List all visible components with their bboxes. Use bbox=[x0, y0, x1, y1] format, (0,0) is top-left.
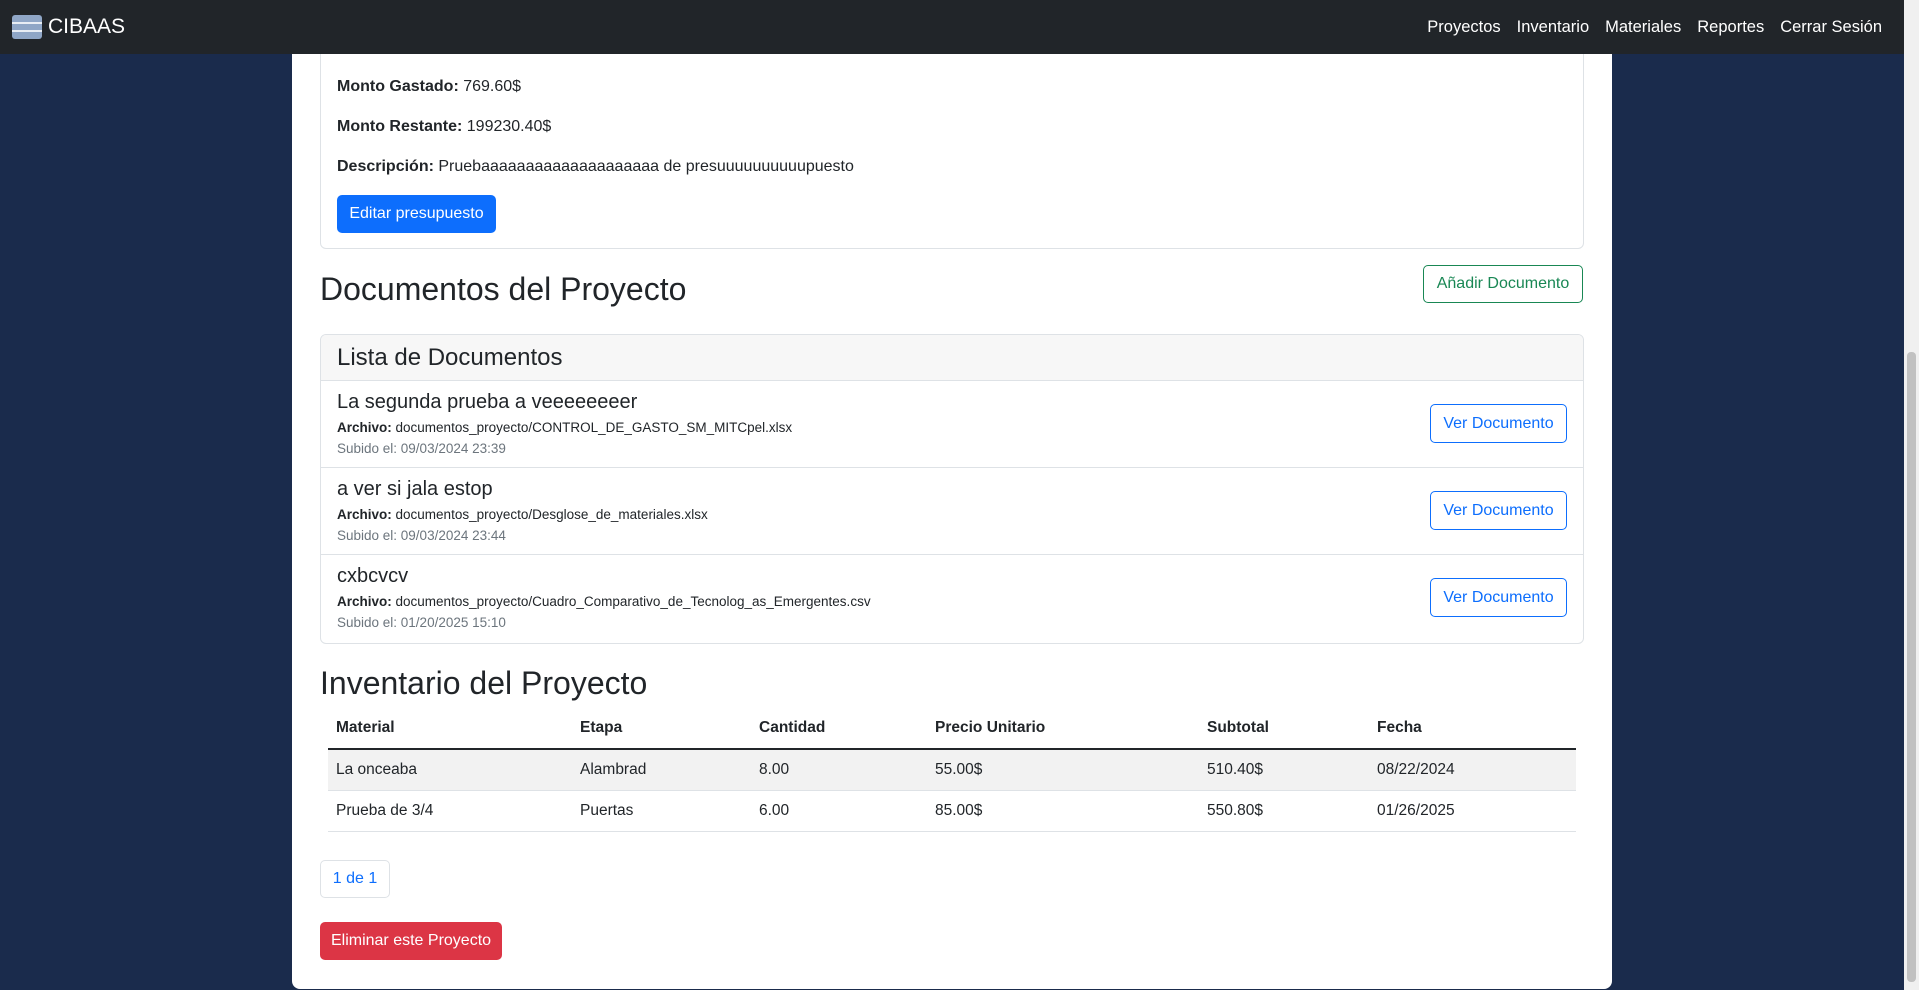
file-label: Archivo: bbox=[337, 507, 392, 522]
document-file: Archivo: documentos_proyecto/Desglose_de… bbox=[337, 507, 708, 522]
edit-budget-button[interactable]: Editar presupuesto bbox=[337, 195, 496, 233]
document-title: cxbcvcv bbox=[337, 565, 409, 587]
document-upload-date: Subido el: 09/03/2024 23:39 bbox=[337, 441, 506, 456]
scrollbar-thumb[interactable] bbox=[1907, 352, 1916, 982]
column-header-cantidad: Cantidad bbox=[751, 708, 927, 750]
document-item: La segunda prueba a veeeeeeeer Archivo: … bbox=[321, 381, 1583, 468]
spent-value: 769.60$ bbox=[463, 78, 522, 95]
file-label: Archivo: bbox=[337, 594, 392, 609]
document-item: cxbcvcv Archivo: documentos_proyecto/Cua… bbox=[321, 555, 1583, 641]
cell-precio: 55.00$ bbox=[927, 749, 1199, 791]
budget-description: Descripción: Pruebaaaaaaaaaaaaaaaaaaaa d… bbox=[337, 158, 854, 176]
document-title: a ver si jala estop bbox=[337, 478, 493, 500]
documents-list-card: Lista de Documentos La segunda prueba a … bbox=[320, 334, 1584, 644]
file-path: documentos_proyecto/Desglose_de_material… bbox=[395, 507, 708, 522]
cell-material: Prueba de 3/4 bbox=[328, 790, 572, 832]
cell-material: La onceaba bbox=[328, 749, 572, 791]
column-header-subtotal: Subtotal bbox=[1199, 708, 1369, 750]
view-document-button[interactable]: Ver Documento bbox=[1430, 491, 1567, 530]
document-file: Archivo: documentos_proyecto/CONTROL_DE_… bbox=[337, 420, 792, 435]
remaining-label: Monto Restante: bbox=[337, 118, 463, 135]
document-upload-date: Subido el: 09/03/2024 23:44 bbox=[337, 528, 506, 543]
page-scrollbar[interactable] bbox=[1904, 0, 1919, 990]
view-document-button[interactable]: Ver Documento bbox=[1430, 404, 1567, 443]
add-document-button[interactable]: Añadir Documento bbox=[1423, 265, 1583, 303]
nav-links: Proyectos Inventario Materiales Reportes… bbox=[1427, 18, 1882, 37]
inventory-heading: Inventario del Proyecto bbox=[320, 665, 648, 701]
cell-etapa: Puertas bbox=[572, 790, 751, 832]
table-row: La onceaba Alambrad 8.00 55.00$ 510.40$ … bbox=[328, 749, 1576, 791]
cell-subtotal: 550.80$ bbox=[1199, 790, 1369, 832]
cell-cantidad: 8.00 bbox=[751, 749, 927, 791]
spent-amount: Monto Gastado: 769.60$ bbox=[337, 78, 521, 96]
cell-etapa: Alambrad bbox=[572, 749, 751, 791]
document-upload-date: Subido el: 01/20/2025 15:10 bbox=[337, 615, 506, 630]
nav-link-reportes[interactable]: Reportes bbox=[1697, 18, 1764, 37]
remaining-amount: Monto Restante: 199230.40$ bbox=[337, 118, 551, 136]
document-item: a ver si jala estop Archivo: documentos_… bbox=[321, 468, 1583, 555]
file-label: Archivo: bbox=[337, 420, 392, 435]
inventory-header-row: Material Etapa Cantidad Precio Unitario … bbox=[328, 708, 1576, 750]
project-panel: Monto Gastado: 769.60$ Monto Restante: 1… bbox=[292, 0, 1612, 989]
delete-project-button[interactable]: Eliminar este Proyecto bbox=[320, 922, 502, 960]
inventory-table: Material Etapa Cantidad Precio Unitario … bbox=[328, 708, 1576, 832]
view-document-button[interactable]: Ver Documento bbox=[1430, 578, 1567, 617]
cell-fecha: 08/22/2024 bbox=[1369, 749, 1576, 791]
column-header-fecha: Fecha bbox=[1369, 708, 1576, 750]
file-path: documentos_proyecto/Cuadro_Comparativo_d… bbox=[395, 594, 871, 609]
column-header-etapa: Etapa bbox=[572, 708, 751, 750]
description-label: Descripción: bbox=[337, 158, 434, 175]
file-path: documentos_proyecto/CONTROL_DE_GASTO_SM_… bbox=[395, 420, 793, 435]
nav-link-materiales[interactable]: Materiales bbox=[1605, 18, 1681, 37]
documents-list-title: Lista de Documentos bbox=[321, 335, 1583, 381]
pagination-indicator[interactable]: 1 de 1 bbox=[320, 860, 390, 898]
cell-fecha: 01/26/2025 bbox=[1369, 790, 1576, 832]
column-header-precio: Precio Unitario bbox=[927, 708, 1199, 750]
nav-link-proyectos[interactable]: Proyectos bbox=[1427, 18, 1500, 37]
nav-link-inventario[interactable]: Inventario bbox=[1517, 18, 1589, 37]
cell-cantidad: 6.00 bbox=[751, 790, 927, 832]
top-navbar: CIBAAS Proyectos Inventario Materiales R… bbox=[0, 0, 1904, 54]
description-value: Pruebaaaaaaaaaaaaaaaaaaaa de presuuuuuuu… bbox=[438, 158, 854, 175]
brand-link[interactable]: CIBAAS bbox=[12, 15, 125, 39]
spent-label: Monto Gastado: bbox=[337, 78, 459, 95]
nav-link-logout[interactable]: Cerrar Sesión bbox=[1780, 18, 1882, 37]
cell-precio: 85.00$ bbox=[927, 790, 1199, 832]
brand-logo-icon bbox=[12, 15, 42, 39]
table-row: Prueba de 3/4 Puertas 6.00 85.00$ 550.80… bbox=[328, 790, 1576, 832]
cell-subtotal: 510.40$ bbox=[1199, 749, 1369, 791]
documents-heading: Documentos del Proyecto bbox=[320, 271, 687, 307]
document-file: Archivo: documentos_proyecto/Cuadro_Comp… bbox=[337, 594, 871, 609]
column-header-material: Material bbox=[328, 708, 572, 750]
document-title: La segunda prueba a veeeeeeeer bbox=[337, 391, 638, 413]
remaining-value: 199230.40$ bbox=[466, 118, 552, 135]
brand-name: CIBAAS bbox=[48, 15, 126, 38]
